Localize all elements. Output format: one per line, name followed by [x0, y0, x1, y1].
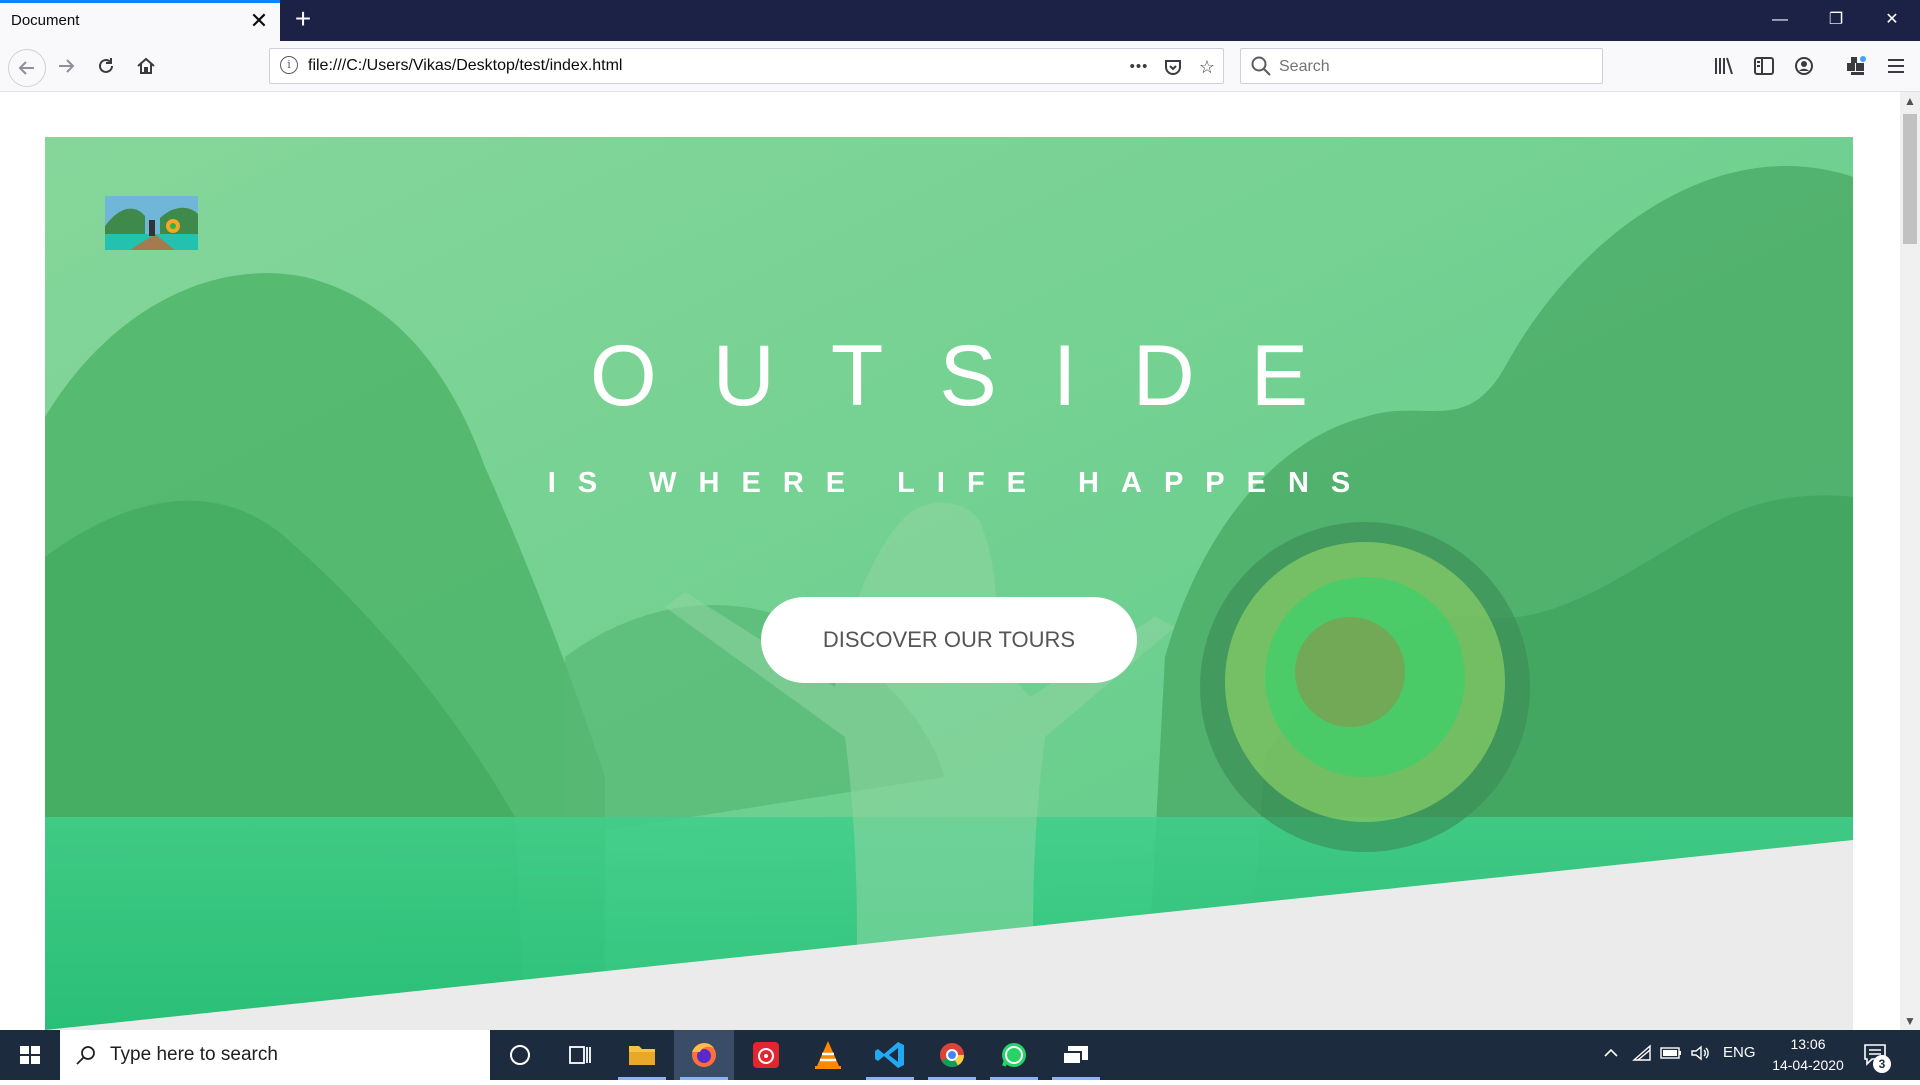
battery-icon[interactable]: [1660, 1044, 1682, 1066]
pocket-icon[interactable]: [1160, 54, 1186, 80]
forward-button[interactable]: [50, 50, 82, 82]
search-bar[interactable]: [1240, 48, 1603, 84]
account-icon[interactable]: [1788, 50, 1820, 82]
wifi-icon[interactable]: [1632, 1044, 1652, 1066]
windows-taskbar: Type here to search ENG 13:06 14-04-2020…: [0, 1030, 1920, 1080]
search-icon: [1251, 56, 1271, 76]
reload-icon: [99, 58, 113, 73]
minimize-button[interactable]: —: [1752, 0, 1808, 41]
scroll-down-icon[interactable]: ▼: [1900, 1012, 1920, 1030]
language-indicator[interactable]: ENG: [1723, 1044, 1756, 1061]
chrome-icon[interactable]: [922, 1030, 982, 1080]
whatsapp-icon[interactable]: [984, 1030, 1044, 1080]
taskbar-search-text: Type here to search: [110, 1044, 278, 1065]
back-arrow-icon: [18, 61, 34, 75]
site-info-icon[interactable]: i: [280, 56, 298, 74]
vlc-icon[interactable]: [798, 1030, 858, 1080]
library-icon[interactable]: [1708, 50, 1740, 82]
vs-code-icon[interactable]: [860, 1030, 920, 1080]
scroll-thumb[interactable]: [1903, 114, 1917, 244]
file-explorer-icon[interactable]: [612, 1030, 672, 1080]
url-text[interactable]: file:///C:/Users/Vikas/Desktop/test/inde…: [308, 57, 622, 75]
tab-strip: Document ✕ + — ❐ ✕: [0, 0, 1920, 41]
clock[interactable]: 13:06 14-04-2020: [1760, 1034, 1856, 1076]
cortana-icon[interactable]: [490, 1030, 550, 1080]
window-close-button[interactable]: ✕: [1864, 0, 1920, 41]
extensions-icon[interactable]: [1840, 50, 1872, 82]
bookmark-star-icon[interactable]: ☆: [1194, 54, 1220, 80]
windows-logo-icon: [20, 1046, 40, 1064]
start-button[interactable]: [0, 1030, 60, 1080]
forward-arrow-icon: [59, 59, 75, 73]
clock-time: 13:06: [1790, 1036, 1826, 1052]
back-button[interactable]: [8, 49, 46, 87]
tab-title: Document: [11, 12, 80, 29]
firefox-icon[interactable]: [674, 1030, 734, 1080]
hero-section: OUTSIDE IS WHERE LIFE HAPPENS DISCOVER O…: [45, 137, 1853, 1030]
sidebar-icon[interactable]: [1748, 50, 1780, 82]
restore-button[interactable]: ❐: [1808, 0, 1864, 41]
desktop-app-icon[interactable]: [1046, 1030, 1106, 1080]
clock-date: 14-04-2020: [1772, 1057, 1844, 1073]
task-view-icon[interactable]: [550, 1030, 610, 1080]
address-bar[interactable]: i file:///C:/Users/Vikas/Desktop/test/in…: [269, 48, 1224, 84]
taskbar-search-box[interactable]: Type here to search: [60, 1030, 490, 1080]
volume-icon[interactable]: [1690, 1044, 1712, 1066]
tab-document[interactable]: Document ✕: [0, 0, 280, 41]
reload-button[interactable]: [90, 50, 122, 82]
taskbar-search-icon: [76, 1046, 95, 1065]
new-tab-button[interactable]: +: [288, 4, 318, 36]
home-button[interactable]: [130, 50, 162, 82]
notification-count-badge: 3: [1873, 1055, 1891, 1073]
search-input[interactable]: [1277, 53, 1581, 81]
page-scrollbar[interactable]: ▲ ▼: [1900, 92, 1920, 1030]
scroll-up-icon[interactable]: ▲: [1900, 92, 1920, 110]
music-player-icon[interactable]: [736, 1030, 796, 1080]
show-hidden-icons-icon[interactable]: [1602, 1044, 1620, 1066]
home-icon: [137, 57, 155, 74]
close-tab-icon[interactable]: ✕: [247, 9, 271, 33]
hero-slanted-edge: [45, 840, 1853, 1030]
menu-icon[interactable]: [1880, 50, 1912, 82]
page-actions-icon[interactable]: •••: [1126, 54, 1152, 80]
